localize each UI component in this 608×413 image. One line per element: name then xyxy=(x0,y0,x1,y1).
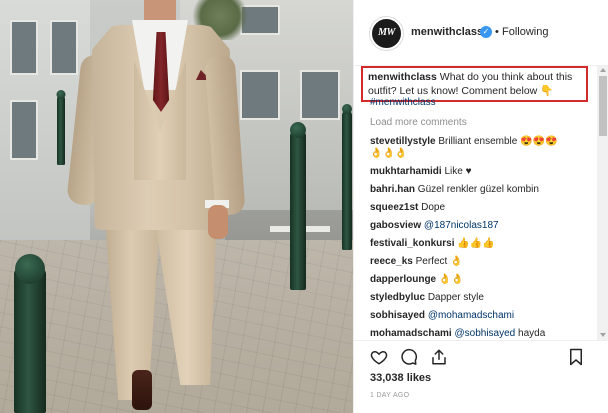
comment-text: Güzel renkler güzel kombin xyxy=(417,184,539,195)
verified-badge-icon: ✓ xyxy=(480,26,492,38)
comment-username[interactable]: mohamadschami xyxy=(370,328,452,339)
comment-row: bahri.han Güzel renkler güzel kombin xyxy=(370,184,590,196)
comment-row: reece_ks Perfect 👌 xyxy=(370,256,590,268)
comment-username[interactable]: stevetillystyle xyxy=(370,136,436,147)
caption-username[interactable]: menwithclass xyxy=(368,71,437,83)
brown-shoe xyxy=(132,370,152,410)
comment-username[interactable]: bahri.han xyxy=(370,184,415,195)
bollard xyxy=(57,95,65,165)
bollard-foreground xyxy=(14,268,46,413)
bookmark-icon[interactable] xyxy=(567,348,585,366)
window xyxy=(10,100,38,160)
window xyxy=(300,70,340,120)
comment-username[interactable]: reece_ks xyxy=(370,256,413,267)
right-leg xyxy=(154,215,217,385)
model-in-beige-suit xyxy=(66,0,246,413)
comment-mention-link[interactable]: @sobhisayed xyxy=(454,328,515,339)
comment-row: stevetillystyle Brilliant ensemble 😍😍😍 👌… xyxy=(370,136,590,160)
comment-text-continued: 👌👌👌 xyxy=(370,148,408,159)
window xyxy=(10,20,38,75)
comment-username[interactable]: styledbyluc xyxy=(370,292,425,303)
comment-row: dapperlounge 👌👌 xyxy=(370,274,590,286)
comments-scrollbar[interactable] xyxy=(597,66,608,340)
comment-text: Dope xyxy=(421,202,446,213)
scroll-down-arrow-icon[interactable] xyxy=(600,333,606,337)
heart-icon[interactable] xyxy=(370,348,388,366)
comment-text: hayda xyxy=(518,328,546,339)
bollard xyxy=(342,110,352,250)
comment-mention-link[interactable]: @187nicolas187 xyxy=(424,220,499,231)
like-count[interactable]: 33,038 likes xyxy=(370,372,431,384)
comment-row: gabosview @187nicolas187 xyxy=(370,220,590,232)
header-separator: • xyxy=(495,26,499,38)
comment-username[interactable]: gabosview xyxy=(370,220,421,231)
window xyxy=(240,70,280,120)
post-timestamp[interactable]: 1 DAY AGO xyxy=(370,392,409,399)
comment-row: squeez1st Dope xyxy=(370,202,590,214)
right-hand xyxy=(208,205,228,239)
comment-text: 👌👌 xyxy=(438,274,464,285)
comment-text: Perfect 👌 xyxy=(415,256,463,267)
caption-hashtag[interactable]: #menwithclass xyxy=(370,97,436,108)
header-username[interactable]: menwithclass xyxy=(411,26,483,38)
comment-row: mohamadschami @sobhisayed hayda xyxy=(370,328,590,340)
scrollbar-thumb[interactable] xyxy=(599,76,607,136)
comment-username[interactable]: mukhtarhamidi xyxy=(370,166,442,177)
comment-row: festivali_konkursi 👍👍👍 xyxy=(370,238,590,250)
post-header: MW menwithclass ✓ • Following xyxy=(354,0,608,66)
comment-username[interactable]: sobhisayed xyxy=(370,310,425,321)
comment-row: styledbyluc Dapper style xyxy=(370,292,590,304)
comment-text: Dapper style xyxy=(427,292,484,303)
comment-text: Brilliant ensemble 😍😍😍 xyxy=(438,136,558,147)
avatar[interactable]: MW xyxy=(370,17,403,50)
comment-username[interactable]: dapperlounge xyxy=(370,274,436,285)
comment-username[interactable]: squeez1st xyxy=(370,202,418,213)
share-icon[interactable] xyxy=(430,348,448,366)
post-photo[interactable] xyxy=(0,0,353,413)
load-more-comments-button[interactable]: Load more comments xyxy=(370,117,467,128)
post-action-bar xyxy=(354,340,608,370)
comment-row: sobhisayed @mohamadschami xyxy=(370,310,590,322)
following-button[interactable]: Following xyxy=(502,26,548,38)
comment-mention-link[interactable]: @mohamadschami xyxy=(428,310,514,321)
post-side-panel: MW menwithclass ✓ • Following menwithcla… xyxy=(353,0,608,413)
comment-text: 👍👍👍 xyxy=(457,238,495,249)
comment-text: Like ♥ xyxy=(444,166,472,177)
scroll-up-arrow-icon[interactable] xyxy=(600,68,606,72)
bollard xyxy=(290,130,306,290)
comment-row: mukhtarhamidi Like ♥ xyxy=(370,166,590,178)
comment-list[interactable]: menwithclass What do you think about thi… xyxy=(354,66,598,340)
avatar-logo-text: MW xyxy=(378,27,395,38)
comment-username[interactable]: festivali_konkursi xyxy=(370,238,454,249)
comment-icon[interactable] xyxy=(400,348,418,366)
